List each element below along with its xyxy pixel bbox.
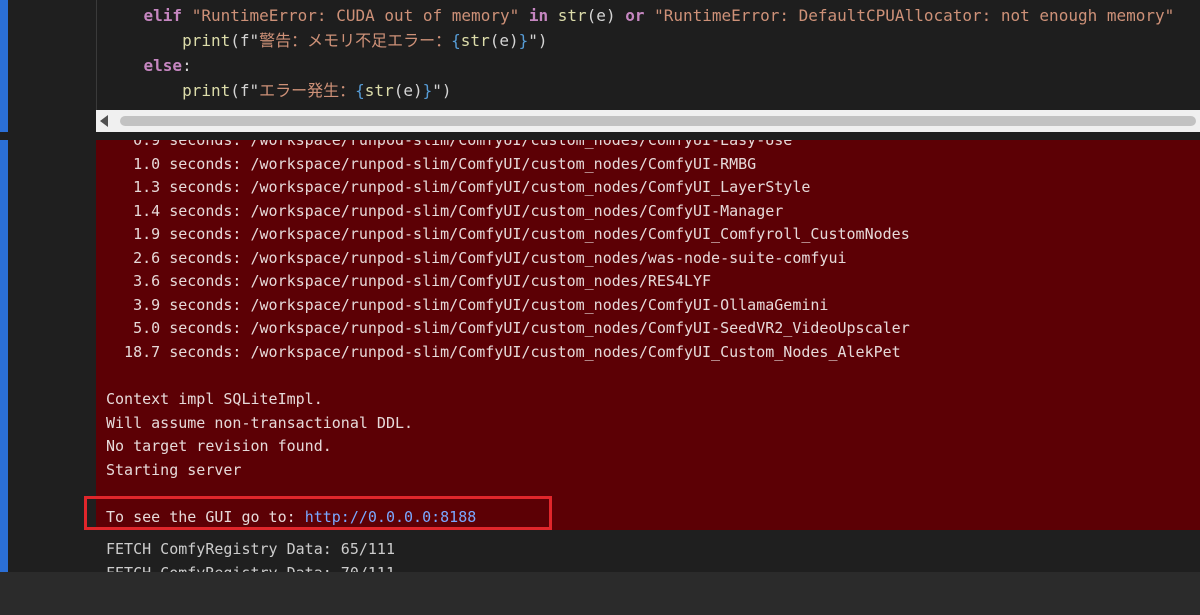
code-token: ") (432, 81, 452, 100)
code-token: } (518, 31, 529, 50)
code-line[interactable]: else: (105, 54, 192, 78)
cell-output: 0.9 seconds: /workspace/runpod-slim/Comf… (96, 140, 1200, 530)
output-timing-line: 18.7 seconds: /workspace/runpod-slim/Com… (106, 342, 901, 361)
output-timing-line: 5.0 seconds: /workspace/runpod-slim/Comf… (106, 319, 910, 337)
code-token: "RuntimeError: CUDA out of memory" (191, 6, 520, 25)
bottom-bar (0, 572, 1200, 615)
code-line[interactable]: print(f"エラー発生：{str(e)}") (105, 79, 452, 103)
code-token: elif (143, 6, 192, 25)
code-token: { (451, 31, 461, 50)
cell-output-continued: FETCH ComfyRegistry Data: 65/111 FETCH Co… (96, 530, 1200, 572)
output-status-line: Will assume non-transactional DDL. (106, 413, 414, 432)
output-timing-line: 1.0 seconds: /workspace/runpod-slim/Comf… (106, 154, 757, 173)
code-line[interactable]: elif "RuntimeError: CUDA out of memory" … (105, 4, 1175, 28)
code-token: (f" (230, 81, 260, 100)
code-token: } (422, 81, 433, 100)
code-line[interactable]: print(f"警告：メモリ不足エラー：{str(e)}") (105, 29, 548, 53)
code-token: (e) (489, 31, 519, 50)
code-token: else (143, 56, 183, 75)
code-token: : (182, 56, 192, 75)
output-status-line: Starting server (106, 460, 242, 479)
code-token: (e) (586, 6, 626, 25)
output-selection-indicator[interactable] (0, 140, 8, 572)
output-fetch-line: FETCH ComfyRegistry Data: 65/111 (106, 540, 395, 558)
code-editor[interactable]: elif "RuntimeError: CUDA out of memory" … (96, 0, 1200, 110)
cell-separator (96, 132, 1200, 140)
output-timing-line: 0.9 seconds: /workspace/runpod-slim/Comf… (106, 140, 793, 149)
code-token: print (182, 81, 231, 100)
cell-selection-indicator[interactable] (0, 0, 8, 132)
output-timing-line: 3.6 seconds: /workspace/runpod-slim/Comf… (106, 272, 712, 290)
code-token: (e) (393, 81, 423, 100)
output-status-line: Context impl SQLiteImpl. (106, 390, 323, 408)
code-token: エラー発生： (259, 81, 356, 100)
horizontal-scrollbar[interactable] (96, 110, 1200, 132)
output-timing-line: 3.9 seconds: /workspace/runpod-slim/Comf… (106, 295, 829, 314)
gui-url-highlight (84, 496, 552, 530)
code-token: str (364, 81, 394, 100)
code-token: 警告：メモリ不足エラー： (259, 31, 452, 50)
cell-gutter (0, 0, 96, 572)
code-token: in (528, 6, 549, 25)
code-token: or (625, 6, 645, 25)
code-token: str (460, 31, 490, 50)
output-status-line: No target revision found. (106, 437, 332, 455)
notebook-page: elif "RuntimeError: CUDA out of memory" … (0, 0, 1200, 615)
code-token: ") (528, 31, 548, 50)
code-token: str (557, 6, 587, 25)
scroll-left-arrow-icon[interactable] (100, 115, 108, 127)
code-token: (f" (230, 31, 260, 50)
output-fetch-line: FETCH ComfyRegistry Data: 70/111 (106, 561, 395, 573)
scrollbar-thumb[interactable] (120, 116, 1196, 126)
output-timing-line: 1.9 seconds: /workspace/runpod-slim/Comf… (106, 225, 910, 243)
output-timing-line: 1.4 seconds: /workspace/runpod-slim/Comf… (106, 201, 784, 220)
output-timing-line: 2.6 seconds: /workspace/runpod-slim/Comf… (106, 248, 847, 267)
code-token: { (355, 81, 365, 100)
code-token: print (182, 31, 231, 50)
output-timing-line: 1.3 seconds: /workspace/runpod-slim/Comf… (106, 178, 811, 196)
code-token: "RuntimeError: DefaultCPUAllocator: not … (654, 6, 1175, 25)
